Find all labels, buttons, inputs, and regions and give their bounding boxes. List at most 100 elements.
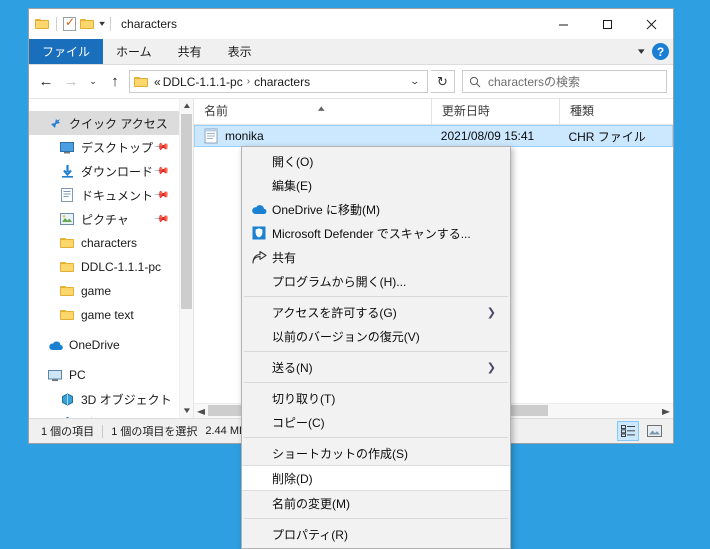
divider: [110, 17, 112, 31]
sidebar-item-ddlc[interactable]: DDLC-1.1.1-pc: [29, 255, 179, 279]
tab-home[interactable]: ホーム: [103, 39, 165, 64]
pin-icon[interactable]: 📌: [152, 139, 169, 156]
forward-button[interactable]: →: [60, 70, 82, 94]
column-header-name[interactable]: 名前 ▴: [194, 99, 431, 124]
scroll-down-icon[interactable]: ▼: [181, 404, 191, 418]
tab-view[interactable]: 表示: [215, 39, 265, 64]
menu-item-rename[interactable]: 名前の変更(M): [242, 491, 510, 515]
menu-item-copy[interactable]: コピー(C): [242, 410, 510, 434]
sidebar-item-game[interactable]: game: [29, 279, 179, 303]
minimize-button[interactable]: [541, 9, 585, 39]
menu-item-give-access-to[interactable]: アクセスを許可する(G) ❯: [242, 300, 510, 324]
window-controls: [541, 9, 673, 39]
menu-item-create-shortcut[interactable]: ショートカットの作成(S): [242, 441, 510, 465]
desktop-icon: [59, 139, 75, 155]
sidebar-item-label: クイック アクセス: [69, 116, 168, 131]
column-header-type[interactable]: 種類: [559, 99, 673, 124]
tab-file[interactable]: ファイル: [29, 39, 104, 64]
up-button[interactable]: ↑: [104, 70, 126, 94]
sidebar-item-label: game text: [81, 308, 134, 322]
back-button[interactable]: ←: [35, 70, 57, 94]
pin-icon: [47, 115, 63, 131]
breadcrumb-separator: ›: [246, 76, 251, 87]
sidebar-item-characters[interactable]: characters: [29, 231, 179, 255]
menu-item-move-to-onedrive[interactable]: OneDrive に移動(M): [242, 197, 510, 221]
pin-icon[interactable]: 📌: [152, 211, 169, 228]
menu-item-label: 削除(D): [272, 471, 313, 486]
sidebar-item-pc[interactable]: PC: [29, 363, 179, 387]
menu-separator: [244, 296, 508, 297]
ribbon-right-controls: ▾ ?: [638, 39, 669, 64]
menu-item-restore-previous-versions[interactable]: 以前のバージョンの復元(V): [242, 324, 510, 348]
download-icon: [59, 163, 75, 179]
sidebar-item-downloads-pc[interactable]: ダウンロード: [29, 411, 179, 418]
pin-icon[interactable]: 📌: [152, 187, 169, 204]
pin-icon[interactable]: 📌: [152, 163, 169, 180]
search-icon: [469, 76, 481, 87]
address-dropdown-icon[interactable]: ⌄: [402, 76, 429, 87]
navigation-pane: クイック アクセス デスクトップ 📌 ダウンロード 📌 ドキュメント 📌 ピクチ…: [29, 99, 179, 418]
menu-item-open[interactable]: 開く(O): [242, 149, 510, 173]
sidebar-item-onedrive[interactable]: OneDrive: [29, 333, 179, 357]
sidebar-item-3d-objects[interactable]: 3D オブジェクト: [29, 387, 179, 411]
scrollbar-thumb[interactable]: [181, 114, 192, 309]
pc-icon: [47, 367, 63, 383]
menu-item-edit[interactable]: 編集(E): [242, 173, 510, 197]
large-icons-view-button[interactable]: [643, 421, 665, 441]
onedrive-icon: [248, 204, 270, 215]
chr-file-icon: [204, 128, 218, 144]
help-icon[interactable]: ?: [652, 43, 669, 60]
menu-item-send-to[interactable]: 送る(N) ❯: [242, 355, 510, 379]
menu-item-share[interactable]: 共有: [242, 245, 510, 269]
tab-share[interactable]: 共有: [165, 39, 215, 64]
menu-item-label: OneDrive に移動(M): [272, 202, 381, 217]
menu-item-label: 共有: [272, 250, 297, 265]
menu-item-delete[interactable]: 削除(D): [242, 465, 510, 491]
menu-item-cut[interactable]: 切り取り(T): [242, 386, 510, 410]
context-menu: 開く(O) 編集(E) OneDrive に移動(M) Microsoft De…: [241, 146, 511, 549]
sidebar-item-label: 3D オブジェクト: [81, 392, 172, 407]
menu-item-label: プログラムから開く(H)...: [272, 274, 407, 289]
properties-icon[interactable]: [63, 15, 76, 31]
navigation-scrollbar[interactable]: ▲ ▼: [179, 99, 193, 418]
menu-item-scan-with-defender[interactable]: Microsoft Defender でスキャンする...: [242, 221, 510, 245]
breadcrumb-item-1[interactable]: characters: [254, 75, 310, 89]
new-folder-icon[interactable]: [80, 18, 95, 30]
address-bar: ← → ⌄ ↑ « DDLC-1.1.1-pc › characters ⌄ ↻…: [29, 65, 673, 98]
file-type-cell: CHR ファイル: [568, 129, 646, 144]
address-input[interactable]: « DDLC-1.1.1-pc › characters ⌄: [129, 70, 428, 93]
sidebar-item-game-text[interactable]: game text: [29, 303, 179, 327]
quick-access-dropdown-icon[interactable]: ▾: [99, 20, 105, 28]
sidebar-item-downloads[interactable]: ダウンロード 📌: [29, 159, 179, 183]
menu-item-label: アクセスを許可する(G): [272, 305, 397, 320]
sidebar-item-label: ピクチャ: [81, 212, 129, 227]
scroll-right-icon[interactable]: ▶: [657, 407, 675, 416]
table-row[interactable]: monika 2021/08/09 15:41 CHR ファイル: [194, 125, 673, 147]
menu-item-label: 名前の変更(M): [272, 496, 350, 511]
sidebar-item-quick-access[interactable]: クイック アクセス: [29, 111, 179, 135]
folder-icon: [59, 307, 75, 323]
sidebar-item-desktop[interactable]: デスクトップ 📌: [29, 135, 179, 159]
folder-icon[interactable]: [35, 18, 50, 30]
chevron-down-icon[interactable]: ▾: [638, 46, 645, 57]
sidebar-item-pictures[interactable]: ピクチャ 📌: [29, 207, 179, 231]
maximize-button[interactable]: [585, 9, 629, 39]
sidebar-item-documents[interactable]: ドキュメント 📌: [29, 183, 179, 207]
column-header-date[interactable]: 更新日時: [430, 99, 559, 124]
menu-item-properties[interactable]: プロパティ(R): [242, 522, 510, 546]
menu-item-label: 送る(N): [272, 360, 313, 375]
details-view-button[interactable]: [617, 421, 639, 441]
refresh-button[interactable]: ↻: [431, 70, 455, 93]
breadcrumb-item-0[interactable]: DDLC-1.1.1-pc: [163, 75, 243, 89]
menu-item-open-with[interactable]: プログラムから開く(H)...: [242, 269, 510, 293]
submenu-chevron-icon: ❯: [486, 306, 496, 319]
menu-item-label: コピー(C): [272, 415, 325, 430]
breadcrumb: « DDLC-1.1.1-pc › characters: [154, 75, 405, 89]
submenu-chevron-icon: ❯: [486, 361, 496, 374]
menu-separator: [244, 351, 508, 352]
scroll-up-icon[interactable]: ▲: [181, 99, 191, 113]
search-input[interactable]: charactersの検索: [462, 70, 667, 93]
3dobjects-icon: [59, 391, 75, 407]
recent-locations-icon[interactable]: ⌄: [85, 70, 101, 94]
close-button[interactable]: [629, 9, 673, 39]
